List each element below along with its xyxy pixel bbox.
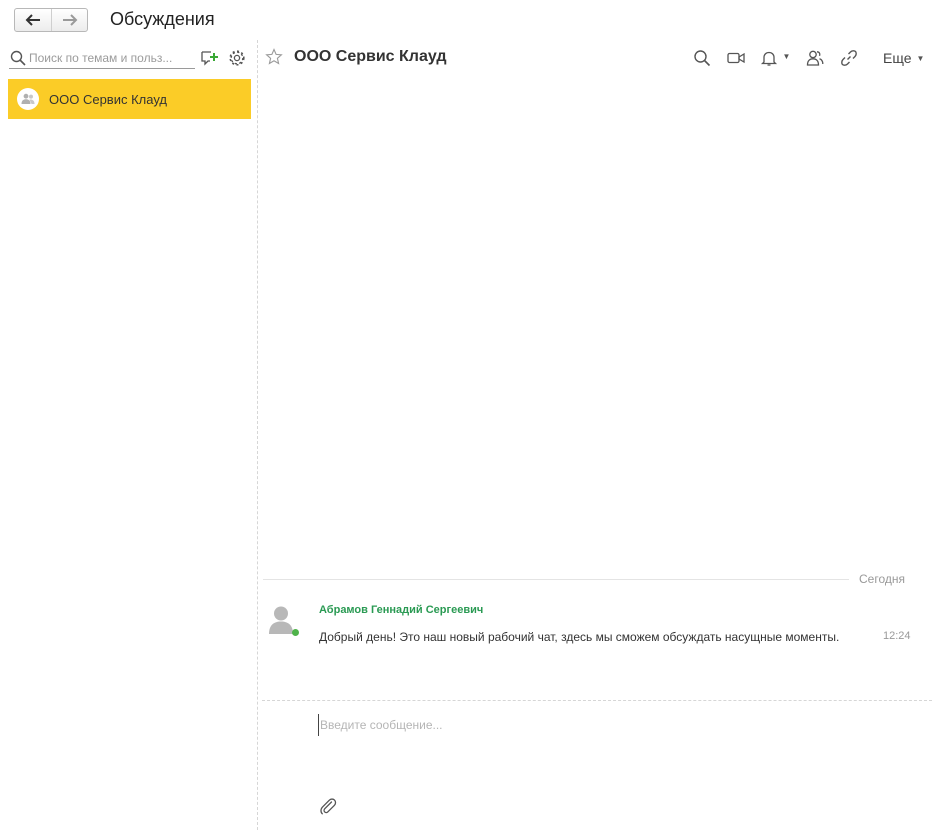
members-icon bbox=[806, 50, 824, 66]
arrow-left-icon bbox=[25, 14, 40, 26]
new-chat-button[interactable] bbox=[199, 48, 219, 68]
online-status-indicator bbox=[292, 629, 299, 636]
user-avatar-icon[interactable] bbox=[268, 605, 294, 635]
chat-list-panel: ООО Сервис Клауд bbox=[0, 40, 257, 830]
video-call-icon bbox=[727, 52, 745, 64]
message-author[interactable]: Абрамов Геннадий Сергеевич bbox=[319, 604, 483, 616]
search-icon bbox=[694, 50, 711, 67]
top-bar: Обсуждения bbox=[0, 0, 937, 40]
chat-list-item[interactable]: ООО Сервис Клауд bbox=[8, 79, 251, 119]
forward-button[interactable] bbox=[51, 9, 87, 31]
message-input[interactable] bbox=[318, 714, 908, 736]
star-icon[interactable] bbox=[265, 48, 283, 66]
nav-buttons bbox=[14, 8, 88, 32]
group-icon bbox=[17, 88, 39, 110]
settings-button[interactable] bbox=[227, 48, 247, 68]
search-input[interactable] bbox=[29, 49, 193, 67]
link-icon bbox=[841, 50, 857, 66]
search-icon bbox=[10, 50, 26, 66]
message-text: Добрый день! Это наш новый рабочий чат, … bbox=[319, 630, 840, 644]
paperclip-icon[interactable] bbox=[318, 796, 338, 816]
date-divider bbox=[263, 579, 849, 580]
search-box bbox=[9, 47, 195, 69]
composer-divider bbox=[262, 700, 932, 701]
date-label: Сегодня bbox=[859, 572, 905, 586]
link-button[interactable] bbox=[838, 48, 860, 68]
back-button[interactable] bbox=[15, 9, 51, 31]
panel-divider bbox=[257, 40, 258, 830]
chat-search-button[interactable] bbox=[691, 48, 713, 68]
chevron-down-icon: ▼ bbox=[782, 51, 791, 61]
new-chat-icon bbox=[201, 51, 218, 66]
chat-list-item-label: ООО Сервис Клауд bbox=[49, 91, 167, 107]
gear-icon bbox=[229, 50, 245, 66]
window-title: Обсуждения bbox=[110, 9, 215, 29]
message-time: 12:24 bbox=[883, 630, 911, 642]
members-button[interactable] bbox=[804, 48, 826, 68]
chevron-down-icon: ▼ bbox=[916, 54, 925, 63]
bell-icon bbox=[760, 51, 777, 66]
more-menu-label: Еще bbox=[883, 50, 912, 66]
arrow-right-icon bbox=[62, 14, 77, 26]
chat-title: ООО Сервис Клауд bbox=[294, 48, 447, 65]
notifications-button[interactable]: ▼ bbox=[757, 48, 793, 68]
video-call-button[interactable] bbox=[725, 48, 747, 68]
more-menu-button[interactable]: Еще ▼ bbox=[883, 50, 924, 66]
